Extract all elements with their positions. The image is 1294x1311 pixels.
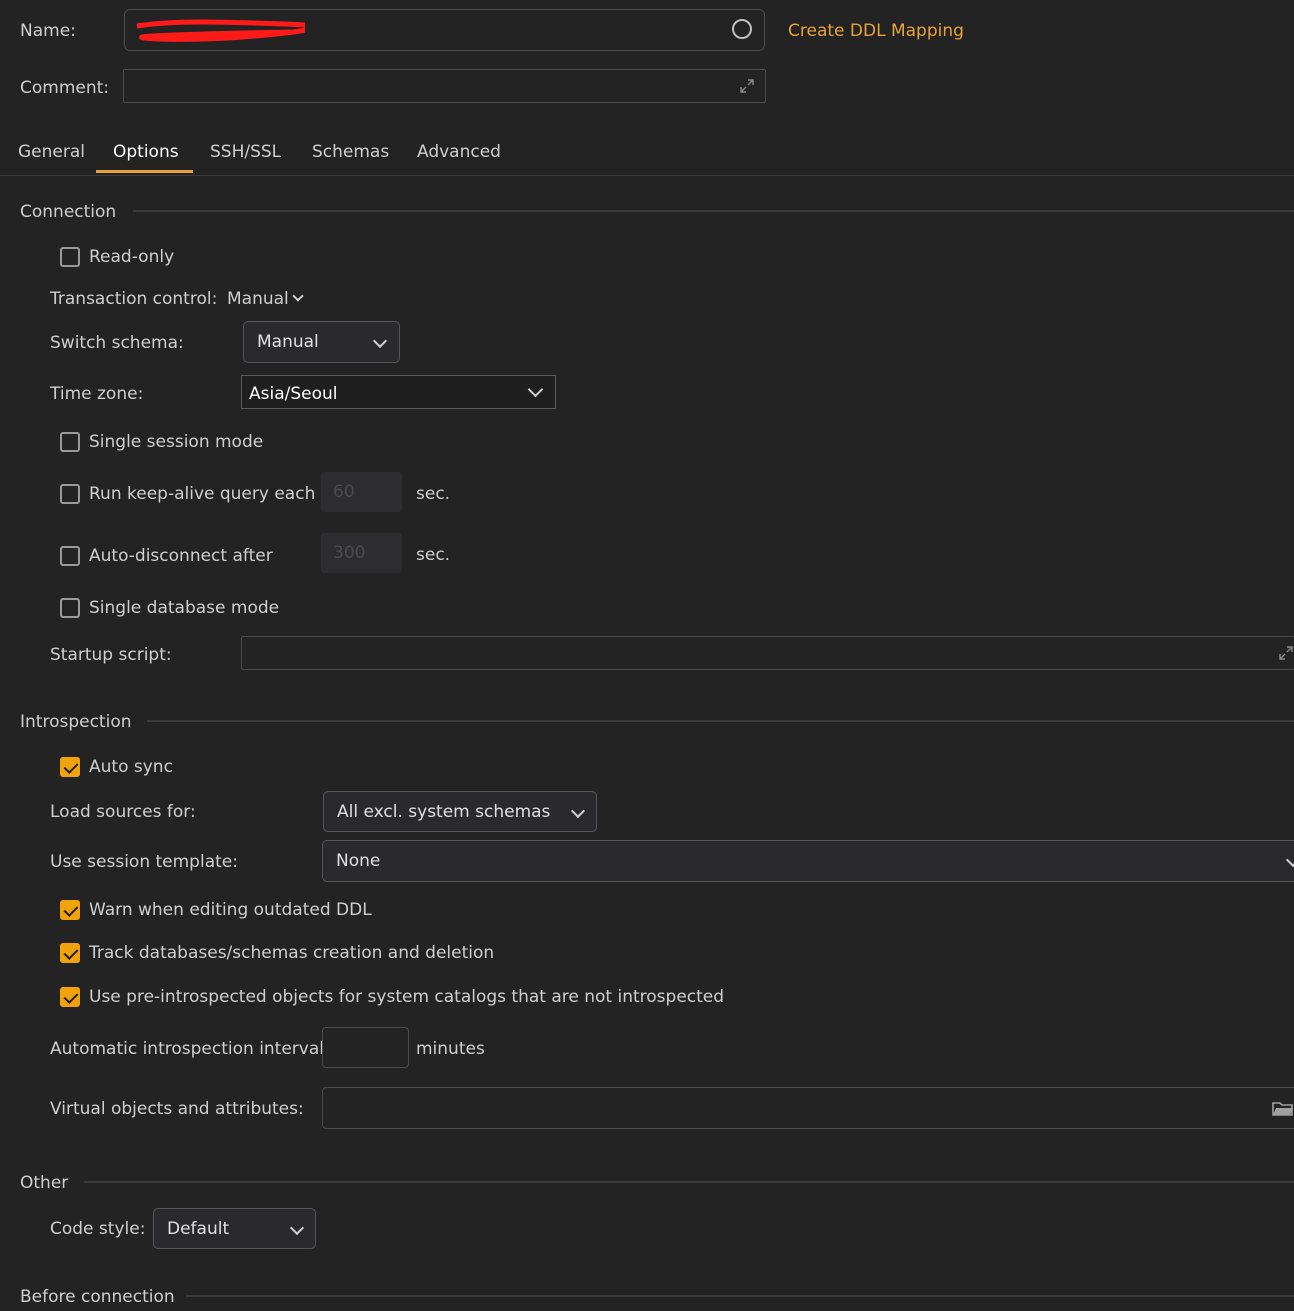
auto-disconnect-seconds-input[interactable]: 300 — [321, 533, 402, 573]
auto-sync-checkbox[interactable] — [60, 757, 80, 777]
chevron-down-icon — [527, 381, 544, 398]
redacted-name-scribble — [136, 19, 305, 42]
code-style-select[interactable]: Default — [153, 1208, 316, 1249]
active-tab-indicator — [96, 170, 193, 173]
code-style-value: Default — [167, 1218, 230, 1239]
single-database-checkbox[interactable] — [60, 598, 80, 618]
single-database-label: Single database mode — [89, 598, 280, 618]
name-input[interactable] — [124, 9, 765, 51]
introspection-interval-input[interactable] — [322, 1027, 409, 1068]
virtual-objects-input[interactable] — [322, 1087, 1294, 1129]
tab-bar: General Options SSH/SSL Schemas Advanced — [0, 132, 1294, 176]
section-title-other: Other — [20, 1173, 69, 1193]
auto-disconnect-unit: sec. — [416, 545, 451, 565]
read-only-checkbox[interactable] — [60, 247, 80, 267]
section-divider — [84, 1181, 1294, 1183]
section-title-before-connection: Before connection — [20, 1287, 175, 1307]
track-creation-checkbox[interactable] — [60, 943, 80, 963]
load-sources-value: All excl. system schemas — [337, 801, 551, 822]
single-session-checkbox[interactable] — [60, 432, 80, 452]
name-label: Name: — [20, 21, 76, 41]
single-session-label: Single session mode — [89, 432, 264, 452]
tab-general[interactable]: General — [18, 142, 85, 162]
expand-icon[interactable] — [1278, 645, 1294, 661]
track-creation-label: Track databases/schemas creation and del… — [89, 943, 495, 963]
auto-disconnect-label: Auto-disconnect after — [89, 546, 273, 566]
introspection-interval-label: Automatic introspection interval — [50, 1039, 325, 1059]
chevron-down-icon — [570, 803, 586, 819]
transaction-control-label: Transaction control: — [50, 289, 218, 309]
time-zone-value: Asia/Seoul — [249, 384, 338, 404]
switch-schema-select[interactable]: Manual — [243, 321, 400, 363]
section-divider — [186, 1295, 1294, 1297]
expand-icon[interactable] — [739, 78, 755, 94]
startup-script-input[interactable] — [241, 636, 1294, 670]
warn-outdated-checkbox[interactable] — [60, 900, 80, 920]
keepalive-unit: sec. — [416, 484, 451, 504]
auto-sync-label: Auto sync — [89, 757, 173, 777]
section-divider — [133, 210, 1294, 212]
warn-outdated-label: Warn when editing outdated DDL — [89, 900, 372, 920]
chevron-down-icon — [372, 333, 388, 349]
tab-schemas[interactable]: Schemas — [312, 142, 389, 162]
section-divider — [147, 720, 1294, 722]
chevron-down-icon — [289, 1220, 305, 1236]
switch-schema-label: Switch schema: — [50, 333, 184, 353]
preintrospected-label: Use pre-introspected objects for system … — [89, 987, 725, 1007]
status-circle-icon[interactable] — [732, 19, 752, 39]
comment-input[interactable] — [123, 69, 766, 103]
keepalive-seconds-input[interactable]: 60 — [321, 472, 402, 512]
tab-advanced[interactable]: Advanced — [417, 142, 501, 162]
tab-options[interactable]: Options — [113, 142, 179, 162]
session-template-label: Use session template: — [50, 852, 238, 872]
session-template-select[interactable]: None — [322, 840, 1294, 882]
load-sources-select[interactable]: All excl. system schemas — [323, 791, 597, 832]
keepalive-checkbox[interactable] — [60, 484, 80, 504]
time-zone-select[interactable]: Asia/Seoul — [241, 375, 556, 409]
transaction-control-dropdown[interactable]: Manual — [227, 289, 289, 309]
preintrospected-checkbox[interactable] — [60, 987, 80, 1007]
comment-label: Comment: — [20, 78, 110, 98]
auto-disconnect-checkbox[interactable] — [60, 546, 80, 566]
section-title-introspection: Introspection — [20, 712, 132, 732]
chevron-down-icon — [1285, 852, 1294, 868]
folder-icon[interactable] — [1272, 1100, 1294, 1117]
tab-ssh-ssl[interactable]: SSH/SSL — [210, 142, 281, 162]
code-style-label: Code style: — [50, 1219, 146, 1239]
create-ddl-mapping-link[interactable]: Create DDL Mapping — [788, 21, 964, 41]
startup-script-label: Startup script: — [50, 645, 172, 665]
time-zone-label: Time zone: — [50, 384, 144, 404]
virtual-objects-label: Virtual objects and attributes: — [50, 1099, 304, 1119]
introspection-interval-unit: minutes — [416, 1039, 485, 1059]
section-title-connection: Connection — [20, 202, 117, 222]
read-only-label: Read-only — [89, 247, 175, 267]
switch-schema-value: Manual — [257, 332, 319, 352]
keepalive-label: Run keep-alive query each — [89, 484, 316, 504]
chevron-down-icon — [292, 290, 304, 302]
session-template-value: None — [336, 851, 381, 871]
load-sources-label: Load sources for: — [50, 802, 196, 822]
